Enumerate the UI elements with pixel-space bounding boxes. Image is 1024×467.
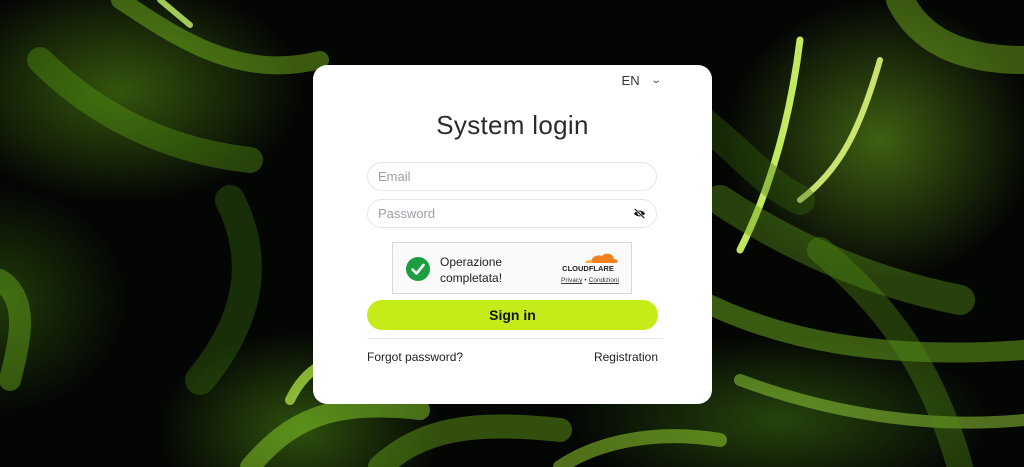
eye-slash-icon[interactable]: [633, 208, 646, 219]
email-input[interactable]: [368, 169, 656, 184]
forgot-password-link[interactable]: Forgot password?: [367, 350, 463, 364]
divider: [367, 338, 663, 339]
signin-button[interactable]: Sign in: [367, 300, 658, 330]
password-input[interactable]: [368, 206, 656, 221]
captcha-status-text: Operazione completata!: [440, 255, 503, 285]
cloudflare-brand-text: CLOUDFLARE: [562, 264, 614, 273]
page-title: System login: [436, 110, 589, 140]
language-selected: EN: [621, 73, 640, 88]
terms-link[interactable]: Condizioni: [589, 277, 619, 284]
login-card: EN ⌄ System login Operazione completata!…: [313, 65, 712, 404]
link-separator: •: [584, 277, 587, 284]
captcha-widget: Operazione completata! CLOUDFLARE Privac…: [392, 242, 632, 294]
password-field[interactable]: [367, 199, 657, 228]
chevron-down-icon: ⌄: [650, 75, 662, 86]
language-selector[interactable]: EN ⌄: [621, 73, 662, 88]
cloudflare-logo: CLOUDFLARE: [562, 253, 618, 273]
captcha-links: Privacy • Condizioni: [561, 277, 619, 284]
checkmark-icon: [406, 257, 430, 281]
registration-link[interactable]: Registration: [594, 350, 658, 364]
privacy-link[interactable]: Privacy: [561, 277, 582, 284]
email-field[interactable]: [367, 162, 657, 191]
